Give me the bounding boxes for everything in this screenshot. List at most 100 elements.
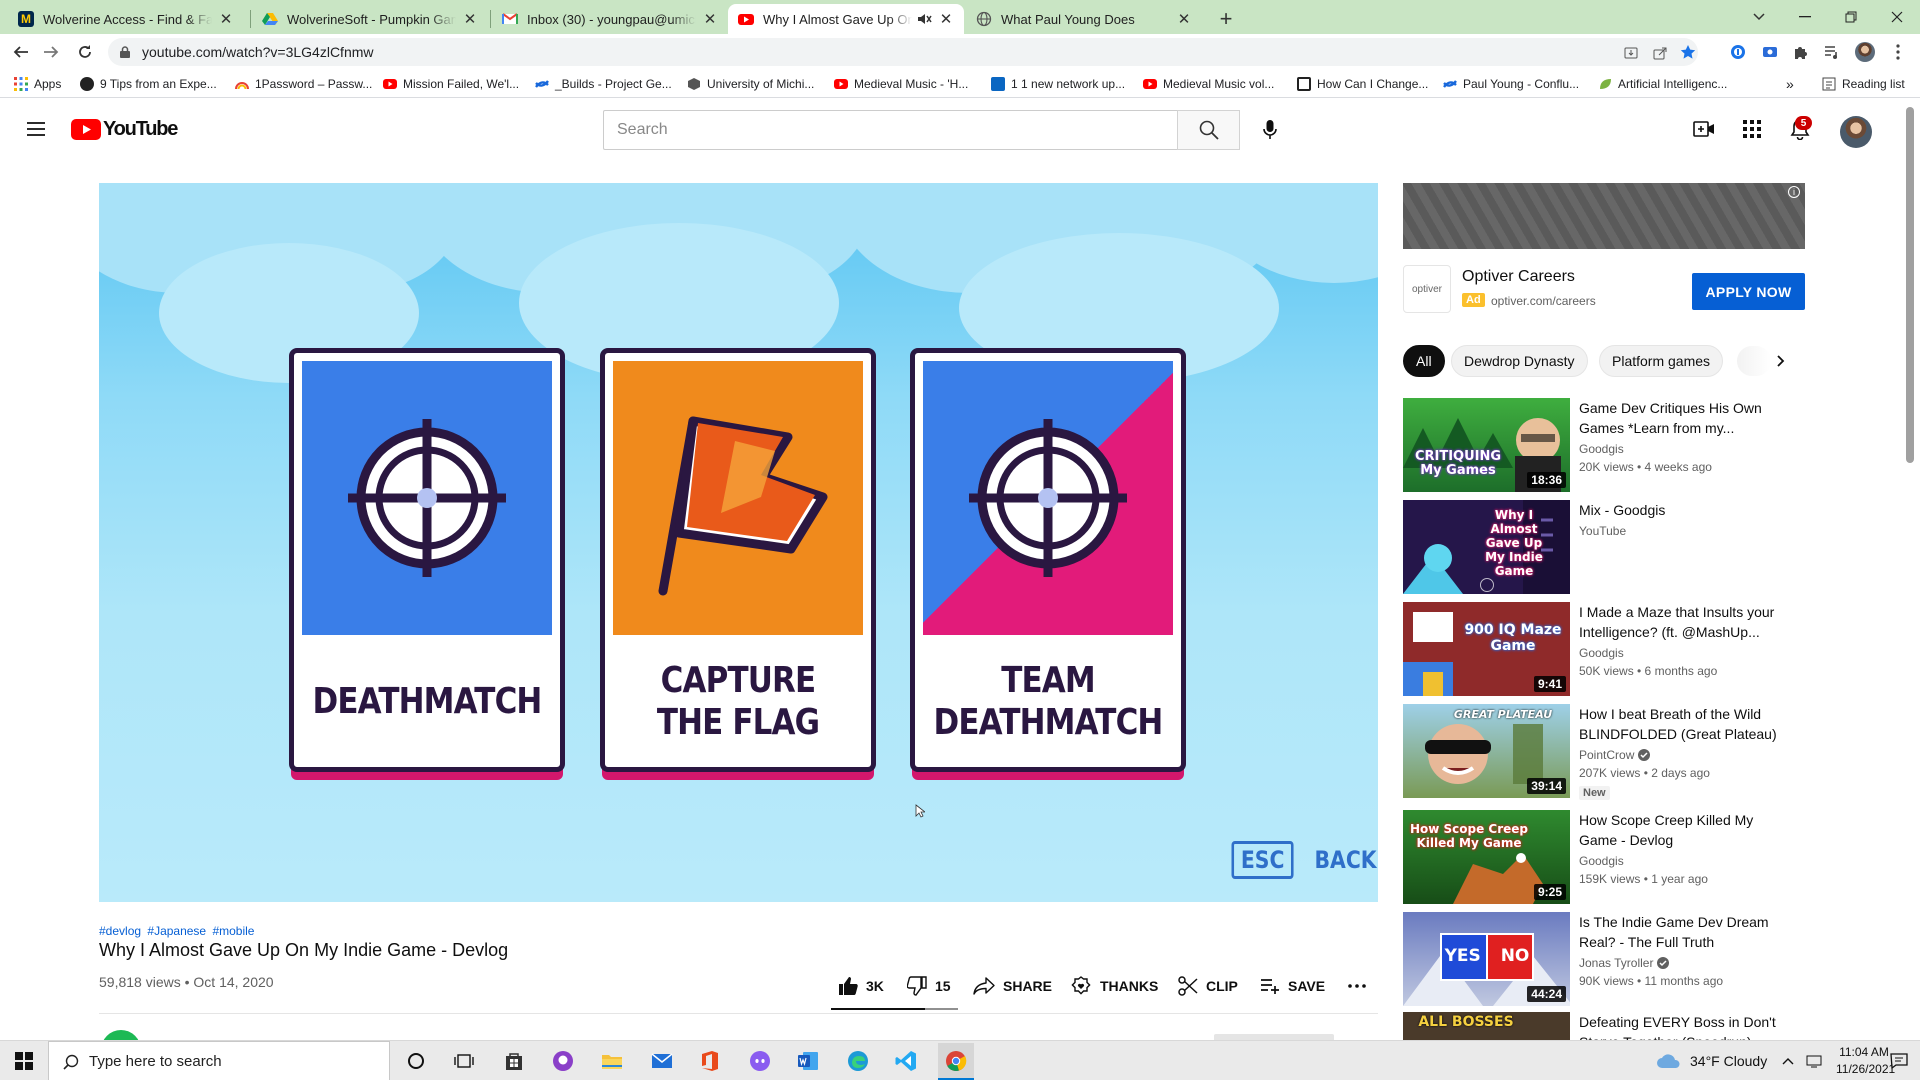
- account-avatar[interactable]: [1840, 116, 1872, 148]
- chip-overflow[interactable]: [1736, 345, 1772, 377]
- page-scrollbar[interactable]: [1906, 107, 1914, 463]
- reload-button[interactable]: [71, 38, 99, 66]
- chrome-icon[interactable]: [944, 1049, 968, 1073]
- extension-screen-capture-icon[interactable]: [1760, 42, 1780, 62]
- more-actions-button[interactable]: [1348, 973, 1366, 999]
- file-explorer-icon[interactable]: [600, 1049, 624, 1073]
- youtube-logo[interactable]: YouTube: [71, 118, 178, 141]
- tab-search-icon[interactable]: [1736, 0, 1782, 34]
- channel-name[interactable]: Goodgis: [1579, 646, 1624, 660]
- video-title[interactable]: Game Dev Critiques His Own Games *Learn …: [1579, 398, 1794, 438]
- video-title[interactable]: Is The Indie Game Dev Dream Real? - The …: [1579, 912, 1794, 952]
- weather-widget[interactable]: 34°F Cloudy: [1656, 1041, 1767, 1080]
- save-button[interactable]: SAVE: [1260, 973, 1325, 999]
- video-title[interactable]: Mix - Goodgis: [1579, 500, 1794, 520]
- video-title[interactable]: Defeating EVERY Boss in Don't Starve Tog…: [1579, 1012, 1794, 1040]
- bookmark-star-icon[interactable]: [1680, 44, 1696, 60]
- mail-icon[interactable]: [650, 1049, 674, 1073]
- recommendation-item[interactable]: Why I Almost Gave Up My Indie Game Mix -…: [1403, 500, 1805, 594]
- video-thumbnail[interactable]: YES NO 44:24: [1403, 912, 1570, 1006]
- share-icon[interactable]: [1653, 46, 1667, 60]
- media-controls-icon[interactable]: [1822, 42, 1842, 62]
- minimize-button[interactable]: [1782, 0, 1828, 34]
- profile-avatar-icon[interactable]: [1855, 42, 1875, 62]
- advertiser-logo[interactable]: optiver: [1403, 265, 1451, 313]
- channel-name[interactable]: Goodgis: [1579, 854, 1624, 868]
- search-input[interactable]: Search: [603, 110, 1177, 150]
- chip-platform-games[interactable]: Platform games: [1599, 345, 1724, 377]
- tab-wolverine-access[interactable]: M Wolverine Access - Find & Favorites ✕: [8, 4, 244, 34]
- tab-wolverinesoft-drive[interactable]: WolverineSoft - Pumpkin Game - Google Dr…: [252, 4, 488, 34]
- hashtag-link[interactable]: #devlog: [99, 924, 141, 938]
- voice-search-button[interactable]: [1252, 112, 1288, 148]
- thanks-button[interactable]: THANKS: [1070, 973, 1158, 999]
- edge-icon[interactable]: [846, 1049, 870, 1073]
- ad-title[interactable]: Optiver Careers: [1462, 268, 1575, 286]
- action-center-icon[interactable]: [1890, 1041, 1908, 1080]
- hashtag-link[interactable]: #mobile: [212, 924, 254, 938]
- recommendation-item[interactable]: 900 IQ Maze Game 9:41 I Made a Maze that…: [1403, 602, 1805, 696]
- close-window-button[interactable]: [1874, 0, 1920, 34]
- back-button[interactable]: [7, 38, 35, 66]
- dislike-button[interactable]: 15: [907, 973, 951, 999]
- video-title[interactable]: How Scope Creep Killed My Game - Devlog: [1579, 810, 1794, 850]
- close-tab-icon[interactable]: ✕: [462, 11, 478, 28]
- recommendation-item[interactable]: GREAT PLATEAU 39:14 How I beat Breath of…: [1403, 704, 1805, 800]
- close-tab-icon[interactable]: ✕: [218, 11, 234, 28]
- video-player[interactable]: DEATHMATCH CAPTURE THE FLAG TEAM DEATHMA…: [99, 183, 1378, 902]
- video-thumbnail[interactable]: Why I Almost Gave Up My Indie Game: [1403, 500, 1570, 594]
- video-thumbnail[interactable]: GREAT PLATEAU 39:14: [1403, 704, 1570, 798]
- bookmark-artificial-intelligence[interactable]: Artificial Intelligenc...: [1598, 75, 1727, 93]
- chrome-menu-icon[interactable]: [1888, 42, 1908, 62]
- channel-name[interactable]: Goodgis: [1579, 442, 1624, 456]
- video-thumbnail[interactable]: How Scope Creep Killed My Game 9:25: [1403, 810, 1570, 904]
- cortana-icon[interactable]: [404, 1049, 428, 1073]
- microsoft-store-icon[interactable]: [502, 1049, 526, 1073]
- github-desktop-icon[interactable]: [551, 1049, 575, 1073]
- ad-info-icon[interactable]: i: [1788, 186, 1800, 198]
- hashtag-link[interactable]: #Japanese: [147, 924, 206, 938]
- video-title[interactable]: I Made a Maze that Insults your Intellig…: [1579, 602, 1794, 642]
- audio-playing-icon[interactable]: [916, 11, 932, 27]
- bookmark-how-can-i-change[interactable]: How Can I Change...: [1297, 75, 1428, 93]
- bookmark-mission-failed[interactable]: Mission Failed, We'l...: [383, 75, 519, 93]
- recommendation-item[interactable]: How Scope Creep Killed My Game 9:25 How …: [1403, 810, 1805, 904]
- taskbar-search-input[interactable]: Type here to search: [48, 1041, 390, 1080]
- channel-name[interactable]: PointCrow: [1579, 748, 1634, 762]
- bookmark-apps[interactable]: Apps: [14, 75, 61, 93]
- vscode-icon[interactable]: [894, 1049, 918, 1073]
- apply-now-button[interactable]: APPLY NOW: [1692, 273, 1805, 310]
- clip-button[interactable]: CLIP: [1178, 973, 1238, 999]
- close-tab-icon[interactable]: ✕: [938, 11, 954, 28]
- bookmark-builds[interactable]: _Builds - Project Ge...: [535, 75, 672, 93]
- bookmark-9-tips[interactable]: 9 Tips from an Expe...: [80, 75, 217, 93]
- video-title[interactable]: How I beat Breath of the Wild BLINDFOLDE…: [1579, 704, 1794, 744]
- menu-hamburger-icon[interactable]: [24, 117, 48, 141]
- close-tab-icon[interactable]: ✕: [702, 11, 718, 28]
- mode-card-team-deathmatch[interactable]: TEAM DEATHMATCH: [910, 348, 1186, 772]
- bookmark-medieval-music-h[interactable]: Medieval Music - 'H...: [834, 75, 968, 93]
- reading-list-button[interactable]: Reading list: [1822, 75, 1905, 93]
- tab-youtube-active[interactable]: Why I Almost Gave Up On My Indie Game ✕: [728, 4, 964, 34]
- like-button[interactable]: 3K: [838, 973, 884, 999]
- forward-button[interactable]: [37, 38, 65, 66]
- video-thumbnail[interactable]: CRITIQUING My Games 18:36: [1403, 398, 1570, 492]
- create-video-button[interactable]: [1692, 117, 1716, 141]
- chips-next-button[interactable]: [1770, 350, 1792, 372]
- install-app-icon[interactable]: [1624, 46, 1638, 60]
- bookmark-1password[interactable]: 1Password – Passw...: [235, 75, 372, 93]
- show-hidden-icons-button[interactable]: [1782, 1041, 1794, 1080]
- system-clock[interactable]: 11:04 AM 11/26/2021: [1836, 1044, 1895, 1078]
- mode-card-capture-the-flag[interactable]: CAPTURE THE FLAG: [600, 348, 876, 772]
- recommendation-item[interactable]: ALL BOSSES Defeating EVERY Boss in Don't…: [1403, 1012, 1805, 1040]
- search-button[interactable]: [1177, 110, 1240, 150]
- recommendation-item[interactable]: CRITIQUING My Games 18:36 Game Dev Criti…: [1403, 398, 1805, 492]
- apps-button[interactable]: [1740, 117, 1764, 141]
- extension-1password-icon[interactable]: [1728, 42, 1748, 62]
- bookmark-network-update[interactable]: 1 1 new network up...: [991, 75, 1125, 93]
- ad-banner-image[interactable]: [1403, 183, 1805, 249]
- tab-what-paul-young-does[interactable]: What Paul Young Does ✕: [966, 4, 1202, 34]
- channel-name[interactable]: Jonas Tyroller: [1579, 956, 1653, 970]
- recommendation-item[interactable]: YES NO 44:24 Is The Indie Game Dev Dream…: [1403, 912, 1805, 1006]
- bookmark-paul-young-confluence[interactable]: Paul Young - Conflu...: [1443, 75, 1579, 93]
